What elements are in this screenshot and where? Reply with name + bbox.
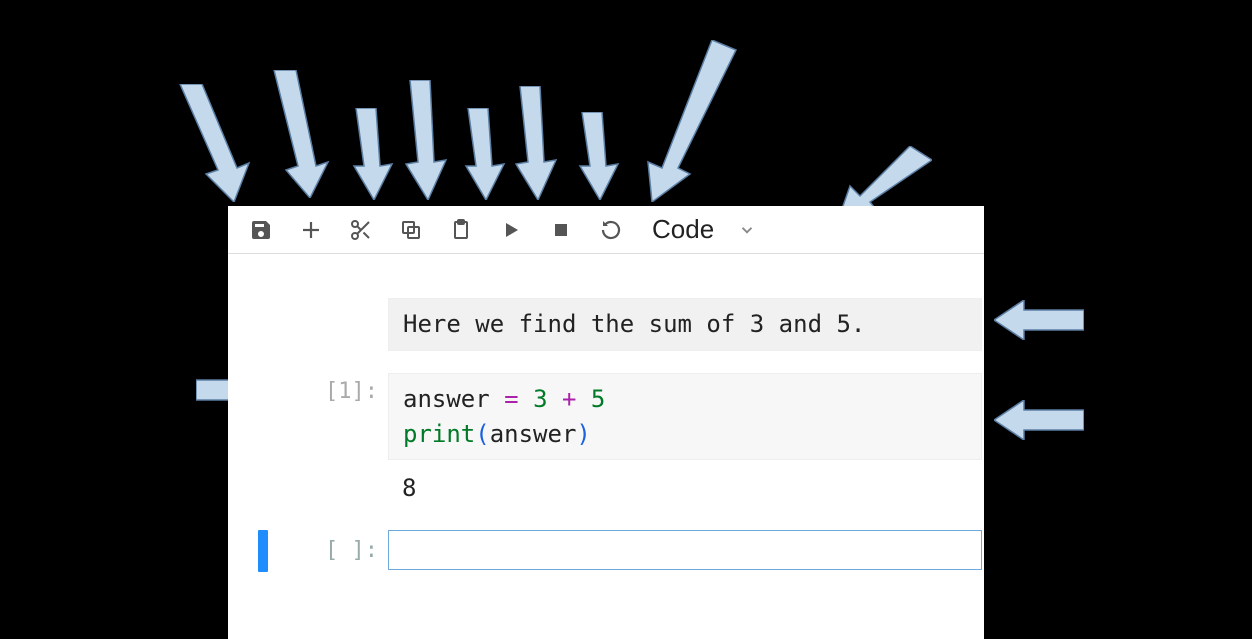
output-prompt xyxy=(228,468,388,474)
annotation-arrow-stop xyxy=(576,112,620,200)
annotation-arrow-run xyxy=(512,86,560,200)
markdown-cell[interactable]: Here we find the sum of 3 and 5. xyxy=(228,294,984,355)
output-text: 8 xyxy=(388,468,984,508)
annotation-arrow-cut xyxy=(350,108,394,200)
code-cell-1-content[interactable]: answer = 3 + 5print(answer) xyxy=(388,373,982,461)
stop-icon xyxy=(549,218,573,242)
annotation-arrow-paste xyxy=(462,108,506,200)
cell-type-select[interactable]: Code xyxy=(644,214,764,245)
code-cell-empty[interactable]: [ ]: xyxy=(228,512,984,572)
notebook-panel: Code Here we find the sum of 3 and 5. [1… xyxy=(228,206,984,639)
copy-button[interactable] xyxy=(386,206,436,254)
annotation-arrow-save xyxy=(176,84,256,202)
annotation-arrow-copy xyxy=(402,80,450,200)
stop-button[interactable] xyxy=(536,206,586,254)
code-cell-1[interactable]: [1]: answer = 3 + 5print(answer) xyxy=(228,369,984,465)
restart-button[interactable] xyxy=(586,206,636,254)
empty-cell-prompt: [ ]: xyxy=(284,530,388,563)
annotation-arrow-restart xyxy=(640,40,750,202)
paste-button[interactable] xyxy=(436,206,486,254)
notebook-toolbar: Code xyxy=(228,206,984,254)
annotation-arrow-markdown-cell xyxy=(994,300,1084,340)
save-button[interactable] xyxy=(236,206,286,254)
chevron-down-icon xyxy=(738,221,756,239)
copy-icon xyxy=(399,218,423,242)
cell-type-label: Code xyxy=(652,214,714,245)
active-cell-indicator xyxy=(258,530,268,572)
markdown-content: Here we find the sum of 3 and 5. xyxy=(388,298,982,351)
clipboard-icon xyxy=(449,218,473,242)
plus-icon xyxy=(299,218,323,242)
annotation-arrow-code-cell xyxy=(994,400,1084,440)
add-cell-button[interactable] xyxy=(286,206,336,254)
notebook-body: Here we find the sum of 3 and 5. [1]: an… xyxy=(228,254,984,572)
annotation-arrow-add xyxy=(272,70,332,198)
save-icon xyxy=(249,218,273,242)
restart-icon xyxy=(599,218,623,242)
code-cell-1-prompt: [1]: xyxy=(228,373,388,404)
empty-cell-input[interactable] xyxy=(388,530,982,570)
scissors-icon xyxy=(349,218,373,242)
run-button[interactable] xyxy=(486,206,536,254)
play-icon xyxy=(499,218,523,242)
cut-button[interactable] xyxy=(336,206,386,254)
markdown-prompt xyxy=(228,298,388,304)
code-cell-1-output: 8 xyxy=(228,464,984,512)
